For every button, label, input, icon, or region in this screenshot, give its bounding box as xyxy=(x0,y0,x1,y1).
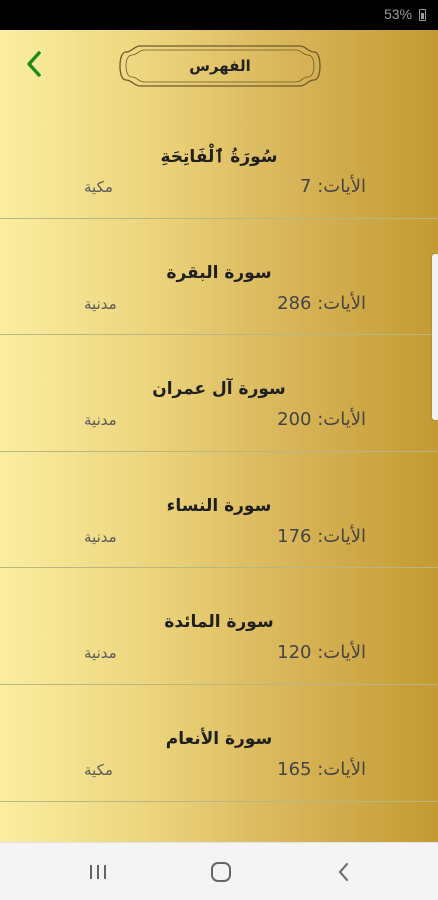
system-nav-bar xyxy=(0,842,438,900)
verse-count: الأيات: 7 xyxy=(300,176,366,197)
verse-count: الأيات: 120 xyxy=(277,642,366,664)
scrollbar[interactable] xyxy=(432,254,438,420)
page-title: الفهرس xyxy=(189,57,251,75)
back-button[interactable] xyxy=(14,44,54,84)
revelation-type: مكية xyxy=(84,760,113,779)
list-item[interactable]: سورة النساء الأيات: 176 مدنية xyxy=(0,452,438,569)
revelation-type: مدنية xyxy=(84,411,117,430)
surah-name: سورة البقرة xyxy=(166,262,272,283)
battery-icon xyxy=(419,9,426,21)
list-item[interactable]: سورة البقرة الأيات: 286 مدنية xyxy=(0,219,438,336)
chevron-left-icon xyxy=(27,51,41,77)
home-button[interactable] xyxy=(205,856,237,888)
title-frame: الفهرس xyxy=(118,40,322,92)
recent-apps-icon xyxy=(90,865,106,879)
list-item[interactable]: سُورَةُ ٱلْفَاتِحَةِ الأيات: 7 مكية xyxy=(0,102,438,219)
home-icon xyxy=(211,862,231,882)
surah-name: سورة الأنعام xyxy=(165,728,273,749)
surah-name: سُورَةُ ٱلْفَاتِحَةِ xyxy=(160,147,278,167)
surah-name: سورة آل عمران xyxy=(152,379,286,400)
verse-count: الأيات: 176 xyxy=(277,525,366,547)
revelation-type: مكية xyxy=(84,178,113,196)
surah-name: سورة النساء xyxy=(166,495,272,516)
back-icon xyxy=(339,863,348,881)
status-bar: 53% xyxy=(0,0,438,30)
surah-name: سورة المائدة xyxy=(164,612,274,633)
header: الفهرس xyxy=(0,30,438,102)
list-item[interactable]: سورة آل عمران الأيات: 200 مدنية xyxy=(0,335,438,452)
recent-apps-button[interactable] xyxy=(82,856,114,888)
verse-count: الأيات: 165 xyxy=(277,758,366,780)
list-item[interactable]: سورة المائدة الأيات: 120 مدنية xyxy=(0,568,438,685)
battery-level: 53% xyxy=(383,6,412,22)
verse-count: الأيات: 200 xyxy=(277,409,366,431)
revelation-type: مدنية xyxy=(84,644,117,663)
app-screen: 53% الفهرس سُورَةُ ٱلْفَاتِحَةِ الأيات: … xyxy=(0,0,438,900)
verse-count: الأيات: 286 xyxy=(277,292,366,314)
revelation-type: مدنية xyxy=(84,527,117,546)
surah-list: سُورَةُ ٱلْفَاتِحَةِ الأيات: 7 مكية سورة… xyxy=(0,102,438,802)
list-item[interactable]: سورة الأنعام الأيات: 165 مكية xyxy=(0,685,438,802)
nav-back-button[interactable] xyxy=(328,856,360,888)
revelation-type: مدنية xyxy=(84,294,117,313)
